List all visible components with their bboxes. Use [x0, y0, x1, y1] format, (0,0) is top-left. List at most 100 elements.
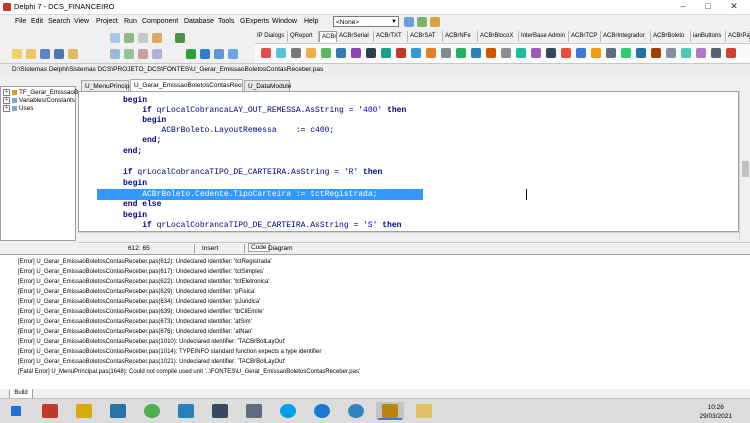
- expand-icon[interactable]: +: [3, 105, 10, 112]
- tab-u-datamodule[interactable]: U_DataModule: [244, 80, 291, 91]
- component-icon[interactable]: [276, 48, 286, 58]
- tab-acbrserial[interactable]: ACBrSerial: [337, 31, 374, 42]
- save-icon[interactable]: [40, 49, 50, 59]
- expand-icon[interactable]: +: [3, 97, 10, 104]
- system-clock[interactable]: 10:26 29/03/2021: [699, 403, 732, 421]
- menu-project[interactable]: Project: [96, 18, 118, 25]
- run-icon[interactable]: [186, 49, 196, 59]
- toggle-icon[interactable]: [138, 33, 148, 43]
- component-icon[interactable]: [696, 48, 706, 58]
- component-icon[interactable]: [561, 48, 571, 58]
- component-icon[interactable]: [486, 48, 496, 58]
- code-editor[interactable]: begin if qrLocalCobrancaLAY_OUT_REMESSA.…: [78, 91, 739, 232]
- message-line[interactable]: [Error] U_Gerar_EmissaoBoletosContasRece…: [18, 329, 252, 335]
- taskbar-app[interactable]: [342, 402, 370, 420]
- message-line[interactable]: [Error] U_Gerar_EmissaoBoletosContasRece…: [18, 289, 255, 295]
- menu-database[interactable]: Database: [184, 18, 214, 25]
- component-icon[interactable]: [576, 48, 586, 58]
- message-line[interactable]: [Error] U_Gerar_EmissaoBoletosContasRece…: [18, 299, 260, 305]
- component-icon[interactable]: [516, 48, 526, 58]
- step-over-icon[interactable]: [228, 49, 238, 59]
- tab-acbrpau[interactable]: ACBrPau: [726, 31, 750, 42]
- menu-tools[interactable]: Tools: [218, 18, 234, 25]
- open-icon[interactable]: [26, 49, 36, 59]
- help-contents-icon[interactable]: [175, 33, 185, 43]
- tab-acbrblocox[interactable]: ACBrBlocoX: [478, 31, 519, 42]
- component-icon[interactable]: [591, 48, 601, 58]
- tab-acbrintegrador[interactable]: ACBrIntegrador: [601, 31, 651, 42]
- menu-component[interactable]: Component: [142, 18, 178, 25]
- unit-icon[interactable]: [110, 33, 120, 43]
- messages-panel[interactable]: [Error] U_Gerar_EmissaoBoletosContasRece…: [0, 254, 750, 389]
- tab-acbrtxt[interactable]: ACBrTXT: [374, 31, 408, 42]
- view-form-icon[interactable]: [124, 49, 134, 59]
- component-icon[interactable]: [321, 48, 331, 58]
- component-icon[interactable]: [351, 48, 361, 58]
- component-icon[interactable]: [546, 48, 556, 58]
- component-icon[interactable]: [306, 48, 316, 58]
- component-icon[interactable]: [501, 48, 511, 58]
- message-line[interactable]: [Error] U_Gerar_EmissaoBoletosContasRece…: [18, 259, 272, 265]
- component-icon[interactable]: [456, 48, 466, 58]
- component-icon[interactable]: [336, 48, 346, 58]
- start-button[interactable]: [2, 402, 30, 420]
- taskbar-app[interactable]: [274, 402, 302, 420]
- menu-view[interactable]: View: [74, 18, 89, 25]
- tab-acbrboleto[interactable]: ACBrBoleto: [651, 31, 691, 42]
- menu-file[interactable]: File: [15, 18, 26, 25]
- tab-interbase-admin[interactable]: InterBase Admin: [519, 31, 569, 42]
- menu-gexperts[interactable]: GExperts: [240, 18, 269, 25]
- taskbar-app[interactable]: [138, 402, 166, 420]
- taskbar-app[interactable]: [410, 402, 438, 420]
- taskbar-app[interactable]: [172, 402, 200, 420]
- component-icon[interactable]: [606, 48, 616, 58]
- message-line[interactable]: [Error] U_Gerar_EmissaoBoletosContasRece…: [18, 349, 321, 355]
- desktop-combo[interactable]: <None> ▼: [333, 16, 399, 27]
- component-icon[interactable]: [396, 48, 406, 58]
- tab-diagram[interactable]: Diagram: [268, 245, 293, 252]
- taskbar-app[interactable]: [36, 402, 64, 420]
- taskbar-app[interactable]: [240, 402, 268, 420]
- trace-into-icon[interactable]: [214, 49, 224, 59]
- component-icon[interactable]: [666, 48, 676, 58]
- menu-search[interactable]: Search: [48, 18, 70, 25]
- component-icon[interactable]: [441, 48, 451, 58]
- component-icon[interactable]: [261, 48, 271, 58]
- taskbar-app[interactable]: [206, 402, 234, 420]
- save-all-icon[interactable]: [54, 49, 64, 59]
- new-form-toolbar-icon[interactable]: [152, 49, 162, 59]
- tab-ip-dialogs[interactable]: IP Dialogs: [255, 31, 288, 42]
- scrollbar-thumb[interactable]: [742, 161, 749, 177]
- close-button[interactable]: ✕: [723, 0, 745, 13]
- component-icon[interactable]: [426, 48, 436, 58]
- component-icon[interactable]: [411, 48, 421, 58]
- menu-help[interactable]: Help: [304, 18, 318, 25]
- component-icon[interactable]: [471, 48, 481, 58]
- menu-run[interactable]: Run: [124, 18, 137, 25]
- editor-horizontal-scrollbar[interactable]: [78, 232, 739, 242]
- maximize-button[interactable]: □: [697, 0, 719, 13]
- tab-u-gerar-emissaoboletos[interactable]: U_Gerar_EmissaoBoletosContasReceber: [130, 79, 243, 91]
- component-icon[interactable]: [291, 48, 301, 58]
- component-icon[interactable]: [531, 48, 541, 58]
- taskbar-app[interactable]: [308, 402, 336, 420]
- component-icon[interactable]: [636, 48, 646, 58]
- tree-item[interactable]: + Uses: [3, 105, 33, 112]
- form-icon[interactable]: [124, 33, 134, 43]
- new-icon[interactable]: [12, 49, 22, 59]
- component-icon[interactable]: [621, 48, 631, 58]
- toggle-form-unit-icon[interactable]: [138, 49, 148, 59]
- message-line[interactable]: [Fatal Error] U_MenuPrincipal.pas(1648):…: [18, 369, 360, 375]
- pause-icon[interactable]: [200, 49, 210, 59]
- component-icon[interactable]: [726, 48, 736, 58]
- component-icon[interactable]: [711, 48, 721, 58]
- menu-window[interactable]: Window: [272, 18, 297, 25]
- tab-acbrtcp[interactable]: ACBrTCP: [569, 31, 601, 42]
- desktop-set-icon[interactable]: [417, 17, 427, 27]
- open-project-icon[interactable]: [68, 49, 78, 59]
- tab-qreport[interactable]: QReport: [288, 31, 319, 42]
- tab-acbr[interactable]: ACBr: [319, 31, 337, 42]
- view-unit-icon[interactable]: [110, 49, 120, 59]
- desktop-save-icon[interactable]: [404, 17, 414, 27]
- message-line[interactable]: [Error] U_Gerar_EmissaoBoletosContasRece…: [18, 359, 285, 365]
